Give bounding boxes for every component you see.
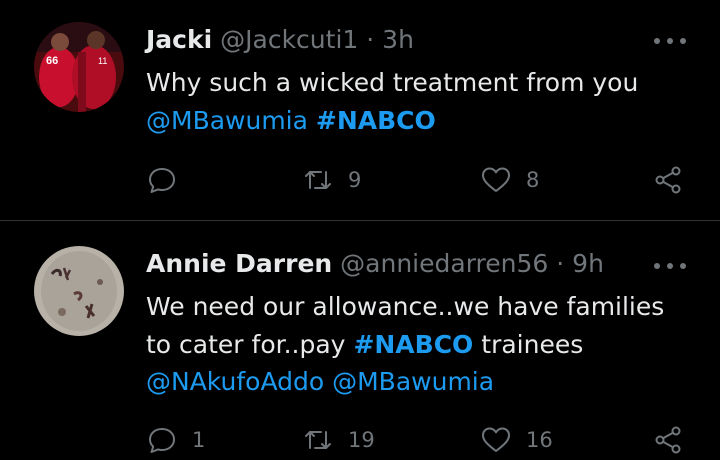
reply-button[interactable]: 1: [146, 420, 205, 460]
tweet-actions: 9 8: [146, 160, 692, 200]
timestamp[interactable]: 9h: [572, 249, 604, 278]
tweet-text-segment: trainees: [481, 329, 584, 359]
heart-icon: [482, 427, 510, 452]
dot: [680, 263, 686, 269]
retweet-button[interactable]: 9: [302, 160, 361, 200]
tweet-header: Jacki @Jackcuti1 · 3h: [146, 24, 414, 56]
dot: [654, 263, 660, 269]
more-options-icon[interactable]: [654, 260, 686, 272]
retweet-icon: [305, 431, 331, 449]
share-button[interactable]: [652, 420, 684, 460]
avatar-image: [34, 246, 124, 336]
avatar[interactable]: [34, 246, 124, 336]
reply-icon: [149, 168, 175, 193]
svg-text:11: 11: [98, 56, 107, 66]
like-button[interactable]: 16: [480, 420, 553, 460]
like-count: 8: [526, 168, 540, 192]
retweet-count: 9: [348, 168, 362, 192]
tweet[interactable]: Annie Darren @anniedarren56 · 9h We need…: [0, 222, 720, 454]
retweet-count: 19: [348, 428, 375, 452]
dot: [680, 38, 686, 44]
tweet-actions: 1 19 16: [146, 420, 692, 460]
retweet-button[interactable]: 19: [302, 420, 375, 460]
display-name[interactable]: Annie Darren: [146, 249, 332, 278]
dot: [667, 38, 673, 44]
tweet[interactable]: 66 11 Jacki @Jackcuti1 · 3h Why such a w…: [0, 0, 720, 222]
tweet-text-segment: Why such a wicked treatment from you: [146, 68, 639, 97]
like-count: 16: [526, 428, 553, 452]
mention-link[interactable]: @MBawumia: [146, 106, 308, 135]
time-separator: ·: [556, 249, 565, 278]
tweet-divider: [0, 220, 720, 221]
tweet-feed: 66 11 Jacki @Jackcuti1 · 3h Why such a w…: [0, 0, 720, 454]
mention-link[interactable]: @MBawumia: [332, 367, 494, 396]
share-icon: [655, 166, 681, 194]
tweet-text: We need our allowance..we have families …: [146, 288, 686, 401]
heart-icon: [482, 167, 510, 192]
svg-text:66: 66: [46, 55, 58, 67]
dot: [654, 38, 660, 44]
reply-count: 1: [192, 428, 206, 452]
tweet-header: Annie Darren @anniedarren56 · 9h: [146, 248, 604, 280]
avatar-image: 66 11: [34, 22, 124, 112]
tweet-text: Why such a wicked treatment from you @MB…: [146, 64, 686, 139]
retweet-icon: [305, 171, 331, 189]
share-button[interactable]: [652, 160, 684, 200]
hashtag-link[interactable]: #NABCO: [316, 106, 436, 135]
reply-button[interactable]: [146, 160, 192, 200]
time-separator: ·: [366, 25, 375, 54]
reply-icon: [149, 428, 175, 453]
user-handle[interactable]: @anniedarren56: [340, 249, 548, 278]
dot: [667, 263, 673, 269]
share-icon: [655, 426, 681, 454]
display-name[interactable]: Jacki: [146, 25, 212, 54]
timestamp[interactable]: 3h: [382, 25, 414, 54]
more-options-icon[interactable]: [654, 35, 686, 47]
like-button[interactable]: 8: [480, 160, 539, 200]
hashtag-link[interactable]: #NABCO: [353, 330, 473, 359]
avatar[interactable]: 66 11: [34, 22, 124, 112]
mention-link[interactable]: @NAkufoAddo: [146, 367, 324, 396]
user-handle[interactable]: @Jackcuti1: [220, 25, 358, 54]
